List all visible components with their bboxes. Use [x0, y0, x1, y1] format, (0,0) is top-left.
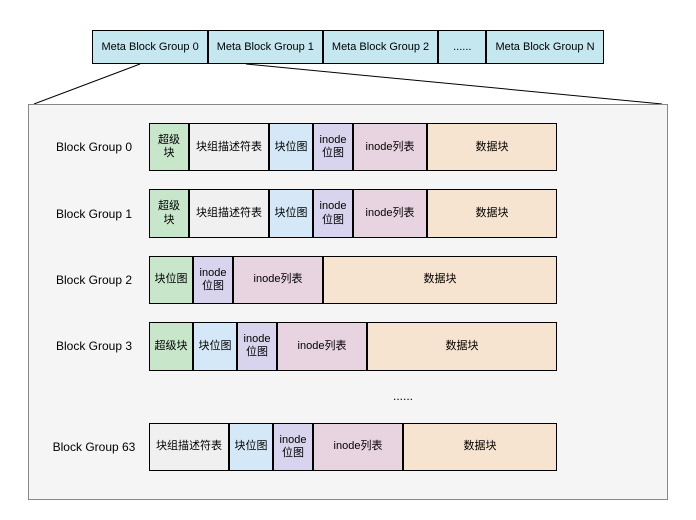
segment-0: 超级块 — [149, 189, 189, 237]
block-group-segments: 超级块块组描述符表块位图inode 位图inode列表数据块 — [149, 123, 557, 171]
block-group-label: Block Group 0 — [39, 140, 149, 154]
segment-2: 块位图 — [269, 189, 313, 237]
meta-block-0: Meta Block Group 0 — [92, 30, 207, 64]
segment-4: inode列表 — [353, 123, 427, 171]
meta-block-3: ...... — [438, 30, 486, 64]
ellipsis: ...... — [39, 389, 657, 403]
block-group-label: Block Group 1 — [39, 207, 149, 221]
segment-5: 数据块 — [427, 189, 557, 237]
block-group-row-2: Block Group 2块位图inode 位图inode列表数据块 — [39, 256, 657, 304]
segment-1: 块位图 — [193, 322, 237, 370]
block-group-segments: 块组描述符表块位图inode 位图inode列表数据块 — [149, 423, 557, 471]
segment-2: inode 位图 — [237, 322, 277, 370]
segment-0: 超级块 — [149, 322, 193, 370]
block-group-row-3: Block Group 3超级块块位图inode 位图inode列表数据块 — [39, 322, 657, 370]
segment-3: inode 位图 — [313, 189, 353, 237]
segment-3: inode列表 — [313, 423, 403, 471]
expand-lines — [28, 64, 668, 104]
block-group-segments: 块位图inode 位图inode列表数据块 — [149, 256, 557, 304]
segment-5: 数据块 — [427, 123, 557, 171]
meta-block-4: Meta Block Group N — [486, 30, 603, 64]
meta-block-1: Meta Block Group 1 — [208, 30, 323, 64]
segment-4: 数据块 — [403, 423, 557, 471]
segment-1: 块位图 — [229, 423, 273, 471]
detail-box: Block Group 0超级块块组描述符表块位图inode 位图inode列表… — [28, 104, 668, 500]
segment-3: 数据块 — [323, 256, 557, 304]
segment-2: 块位图 — [269, 123, 313, 171]
block-group-row-last: Block Group 63块组描述符表块位图inode 位图inode列表数据… — [39, 423, 657, 471]
segment-0: 超级块 — [149, 123, 189, 171]
block-group-label: Block Group 2 — [39, 273, 149, 287]
segment-2: inode 位图 — [273, 423, 313, 471]
segment-1: inode 位图 — [193, 256, 233, 304]
block-group-label: Block Group 3 — [39, 339, 149, 353]
segment-1: 块组描述符表 — [189, 189, 269, 237]
segment-1: 块组描述符表 — [189, 123, 269, 171]
segment-4: 数据块 — [367, 322, 557, 370]
segment-4: inode列表 — [353, 189, 427, 237]
block-group-label: Block Group 63 — [39, 440, 149, 454]
segment-0: 块组描述符表 — [149, 423, 229, 471]
block-group-segments: 超级块块位图inode 位图inode列表数据块 — [149, 322, 557, 370]
meta-block-row: Meta Block Group 0Meta Block Group 1Meta… — [20, 30, 676, 64]
block-group-segments: 超级块块组描述符表块位图inode 位图inode列表数据块 — [149, 189, 557, 237]
segment-3: inode列表 — [277, 322, 367, 370]
segment-3: inode 位图 — [313, 123, 353, 171]
block-group-row-1: Block Group 1超级块块组描述符表块位图inode 位图inode列表… — [39, 189, 657, 237]
segment-0: 块位图 — [149, 256, 193, 304]
meta-block-2: Meta Block Group 2 — [323, 30, 438, 64]
segment-2: inode列表 — [233, 256, 323, 304]
block-group-row-0: Block Group 0超级块块组描述符表块位图inode 位图inode列表… — [39, 123, 657, 171]
